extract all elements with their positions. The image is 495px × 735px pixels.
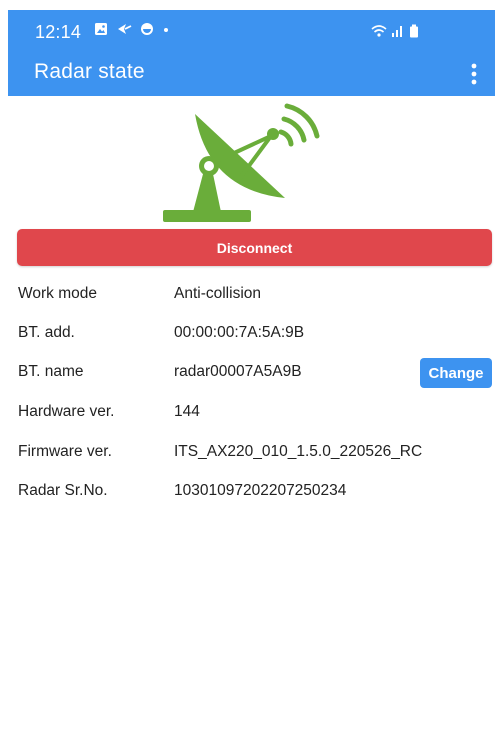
battery-icon xyxy=(410,24,418,38)
radar-state-screen: 12:14 Radar state Disconnect Work mode A… xyxy=(0,0,495,735)
info-label: BT. name xyxy=(18,363,84,380)
info-row-bt-address: BT. add. 00:00:00:7A:5A:9B xyxy=(0,318,495,348)
change-name-button[interactable]: Change xyxy=(420,358,492,388)
info-label: Work mode xyxy=(18,285,97,302)
signal-icon xyxy=(392,26,402,37)
info-value: ITS_AX220_010_1.5.0_220526_RC xyxy=(174,443,423,460)
status-icons-left xyxy=(94,22,170,36)
status-time: 12:14 xyxy=(35,22,82,42)
more-vert-icon[interactable] xyxy=(469,61,479,87)
dot-icon xyxy=(164,28,168,32)
info-value: Anti-collision xyxy=(174,285,262,302)
page-title: Radar state xyxy=(34,60,145,83)
status-bar: 12:14 xyxy=(8,10,495,54)
info-row-bt-name: BT. name radar00007A5A9B Change xyxy=(0,357,495,388)
disconnect-button[interactable]: Disconnect xyxy=(17,229,492,266)
info-label: Firmware ver. xyxy=(18,443,112,460)
info-row-firmware-version: Firmware ver. ITS_AX220_010_1.5.0_220526… xyxy=(0,437,495,467)
shortcut-icon xyxy=(118,24,132,34)
info-value: 10301097202207250234 xyxy=(174,482,347,499)
info-row-work-mode: Work mode Anti-collision xyxy=(0,279,495,309)
info-label: BT. add. xyxy=(18,324,75,341)
info-label: Hardware ver. xyxy=(18,403,115,420)
info-label: Radar Sr.No. xyxy=(18,482,108,499)
wifi-icon xyxy=(371,25,387,37)
info-value: radar00007A5A9B xyxy=(174,363,302,380)
radar-dish-icon xyxy=(163,103,320,222)
info-value: 144 xyxy=(174,403,200,420)
app-bar: Radar state xyxy=(8,54,495,96)
image-icon xyxy=(95,23,107,35)
info-row-radar-serial: Radar Sr.No. 10301097202207250234 xyxy=(0,476,495,506)
info-value: 00:00:00:7A:5A:9B xyxy=(174,324,305,341)
status-icons-right xyxy=(371,24,419,38)
info-row-hardware-version: Hardware ver. 144 xyxy=(0,397,495,427)
app-icon xyxy=(141,23,153,35)
